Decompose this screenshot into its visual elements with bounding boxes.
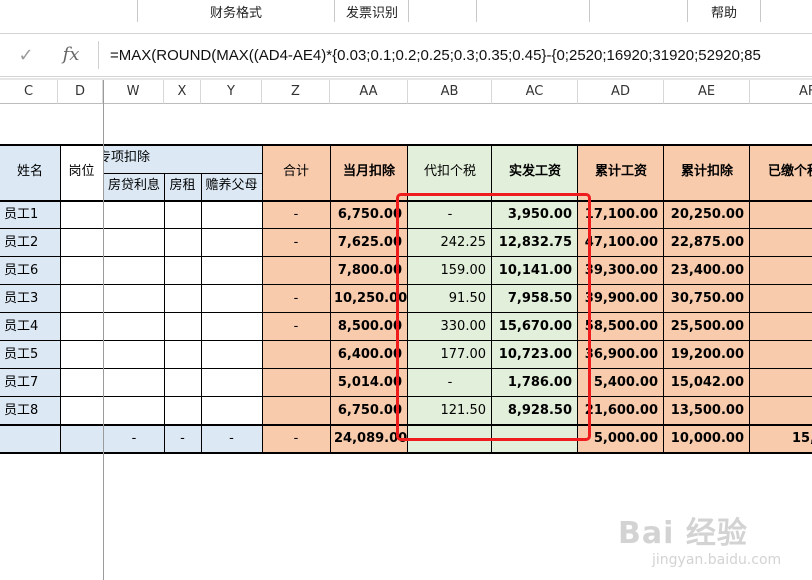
cell-cumulative-deduction[interactable]: 25,500.00 (664, 313, 750, 341)
confirm-check-icon[interactable]: ✓ (13, 45, 39, 67)
cell-cumulative-deduction[interactable]: 23,400.00 (664, 257, 750, 285)
cell-name[interactable]: 员工1 (0, 201, 60, 229)
cell-name[interactable]: 员工6 (0, 257, 60, 285)
border-col (663, 145, 664, 453)
column-header-x[interactable]: X (164, 80, 201, 104)
total-total[interactable]: - (262, 425, 330, 453)
column-header-w[interactable]: W (103, 80, 164, 104)
border-col (262, 145, 263, 453)
ribbon-separator (408, 0, 409, 22)
column-header-aa[interactable]: AA (330, 80, 408, 104)
header-monthly-deduction: 当月扣除 (330, 145, 408, 201)
header-cumulative-salary: 累计工资 (578, 145, 664, 201)
highlight-annotation-box (396, 193, 591, 441)
formula-bar-divider (98, 41, 99, 69)
border-col (201, 173, 202, 453)
cell-paid-tax[interactable] (750, 229, 812, 257)
header-housing-interest: 房贷利息 (104, 173, 164, 201)
formula-bar: ✓ fx =MAX(ROUND(MAX((AD4-AE4)*{0.03;0.1;… (0, 35, 812, 77)
ribbon-separator (760, 0, 761, 22)
ribbon-tab-help[interactable]: 帮助 (688, 0, 760, 28)
cell-name[interactable]: 员工4 (0, 313, 60, 341)
ribbon-separator (334, 0, 335, 22)
border-col (60, 145, 61, 453)
cell-total[interactable]: - (262, 229, 330, 257)
cell-total[interactable] (262, 369, 330, 397)
cell-total[interactable]: - (262, 313, 330, 341)
total-position-cell[interactable] (60, 425, 104, 453)
column-header-ad[interactable]: AD (578, 80, 664, 104)
cell-paid-tax[interactable] (750, 257, 812, 285)
cell-cumulative-deduction[interactable]: 13,500.00 (664, 397, 750, 425)
cell-cumulative-deduction[interactable]: 19,200.00 (664, 341, 750, 369)
cell-paid-tax[interactable] (750, 313, 812, 341)
column-header-y[interactable]: Y (201, 80, 262, 104)
baidu-jingyan-watermark: Bai 经验 jingyan.baidu.com (618, 508, 808, 576)
header-rent: 房租 (164, 173, 201, 201)
cell-cumulative-deduction[interactable]: 22,875.00 (664, 229, 750, 257)
total-rent[interactable]: - (164, 425, 201, 453)
total-paid-tax[interactable]: 15, (750, 425, 812, 453)
freeze-pane-divider[interactable] (103, 80, 104, 580)
cell-paid-tax[interactable] (750, 201, 812, 229)
watermark-logo-text: Bai 经验 (618, 516, 748, 551)
cell-paid-tax[interactable] (750, 341, 812, 369)
border-bottom (0, 452, 812, 454)
cell-cumulative-deduction[interactable]: 20,250.00 (664, 201, 750, 229)
cell-cumulative-deduction[interactable]: 15,042.00 (664, 369, 750, 397)
column-header-c[interactable]: C (0, 80, 58, 104)
formula-input[interactable]: =MAX(ROUND(MAX((AD4-AE4)*{0.03;0.1;0.2;0… (110, 46, 761, 68)
watermark-url-text: jingyan.baidu.com (652, 552, 782, 568)
header-position: 岗位 (68, 164, 95, 179)
border-col (330, 145, 331, 453)
ribbon-separator (476, 0, 477, 22)
total-cumulative-deduction[interactable]: 10,000.00 (664, 425, 750, 453)
ribbon-tab-finance-format[interactable]: 财务格式 (168, 0, 304, 28)
cell-name[interactable]: 员工3 (0, 285, 60, 313)
column-header-ac[interactable]: AC (492, 80, 578, 104)
cell-total[interactable]: - (262, 201, 330, 229)
header-parents: 赡养父母 (201, 173, 262, 201)
cell-cumulative-deduction[interactable]: 30,750.00 (664, 285, 750, 313)
column-header-z[interactable]: Z (262, 80, 330, 104)
cell-total[interactable] (262, 257, 330, 285)
header-total: 合计 (262, 145, 330, 201)
header-cumulative-deduction: 累计扣除 (664, 145, 750, 201)
border-subheader (104, 173, 262, 174)
cell-paid-tax[interactable] (750, 285, 812, 313)
cell-name[interactable]: 员工2 (0, 229, 60, 257)
cell-total[interactable] (262, 397, 330, 425)
cell-total[interactable] (262, 341, 330, 369)
total-name-cell[interactable] (0, 425, 60, 453)
ribbon-separator (589, 0, 590, 22)
ribbon-tab-bar: 财务格式 发票识别 帮助 (0, 0, 812, 34)
border-top (0, 144, 812, 146)
spreadsheet-app: 财务格式 发票识别 帮助 ✓ fx =MAX(ROUND(MAX((AD4-AE… (0, 0, 812, 580)
cell-name[interactable]: 员工8 (0, 397, 60, 425)
ribbon-separator (137, 0, 138, 22)
total-housing-interest[interactable]: - (104, 425, 164, 453)
column-header-ab[interactable]: AB (408, 80, 492, 104)
border-col (164, 173, 165, 453)
cell-total[interactable]: - (262, 285, 330, 313)
header-name: 姓名 (0, 145, 60, 201)
header-special-deduction: 专项扣除 (104, 145, 262, 173)
cell-paid-tax[interactable] (750, 369, 812, 397)
cell-paid-tax[interactable] (750, 397, 812, 425)
column-header-af[interactable]: AF (750, 80, 812, 104)
header-paid-tax: 已缴个税 (750, 145, 812, 201)
total-parents[interactable]: - (201, 425, 262, 453)
ribbon-tab-invoice-ocr[interactable]: 发票识别 (336, 0, 408, 28)
column-header-d[interactable]: D (58, 80, 103, 104)
insert-function-icon[interactable]: fx (57, 43, 85, 67)
cell-name[interactable]: 员工5 (0, 341, 60, 369)
border-col (749, 145, 750, 453)
column-header-ae[interactable]: AE (664, 80, 750, 104)
cell-name[interactable]: 员工7 (0, 369, 60, 397)
